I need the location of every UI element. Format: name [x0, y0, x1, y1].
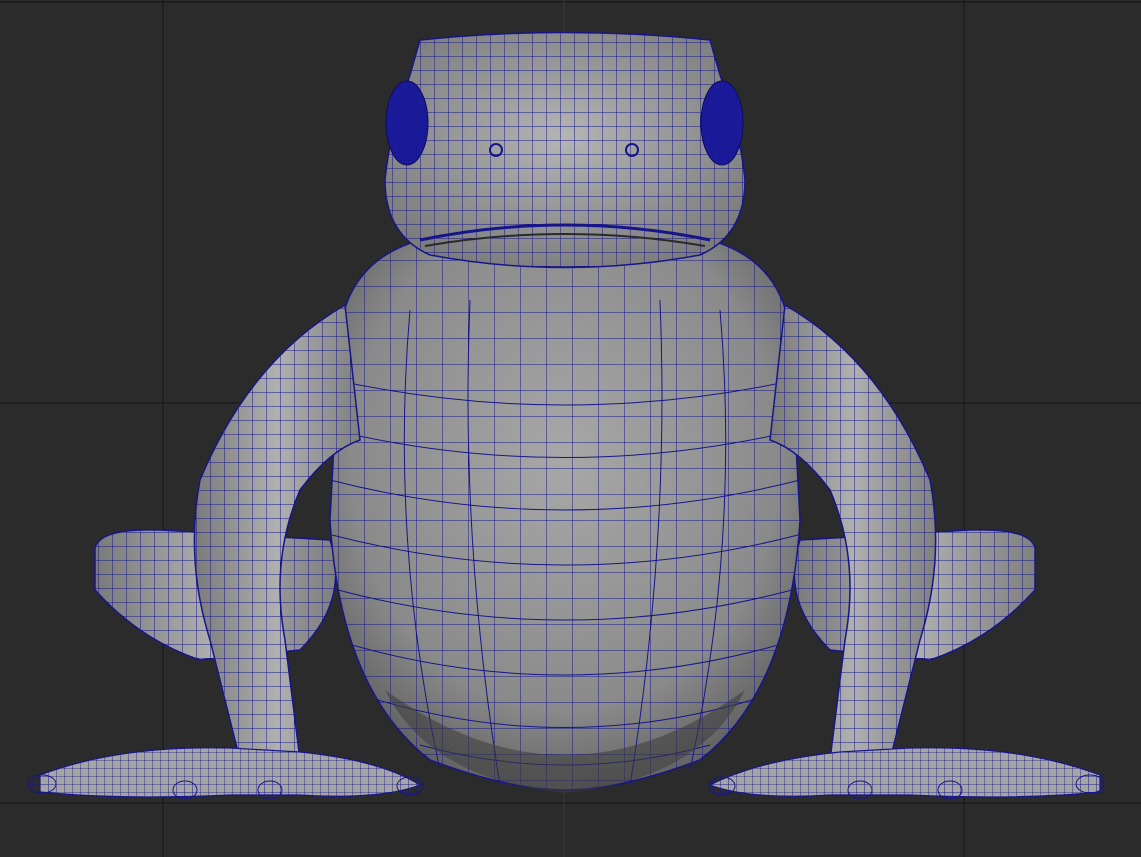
3d-viewport[interactable] — [0, 0, 1141, 857]
viewport-canvas[interactable] — [0, 0, 1141, 857]
eye-right — [700, 80, 744, 166]
frog-head — [384, 31, 746, 269]
eye-left — [385, 80, 429, 166]
frog-mesh[interactable] — [27, 31, 1105, 800]
front-foot-right — [708, 747, 1105, 800]
front-foot-left — [27, 747, 424, 800]
frog-body — [329, 239, 801, 793]
